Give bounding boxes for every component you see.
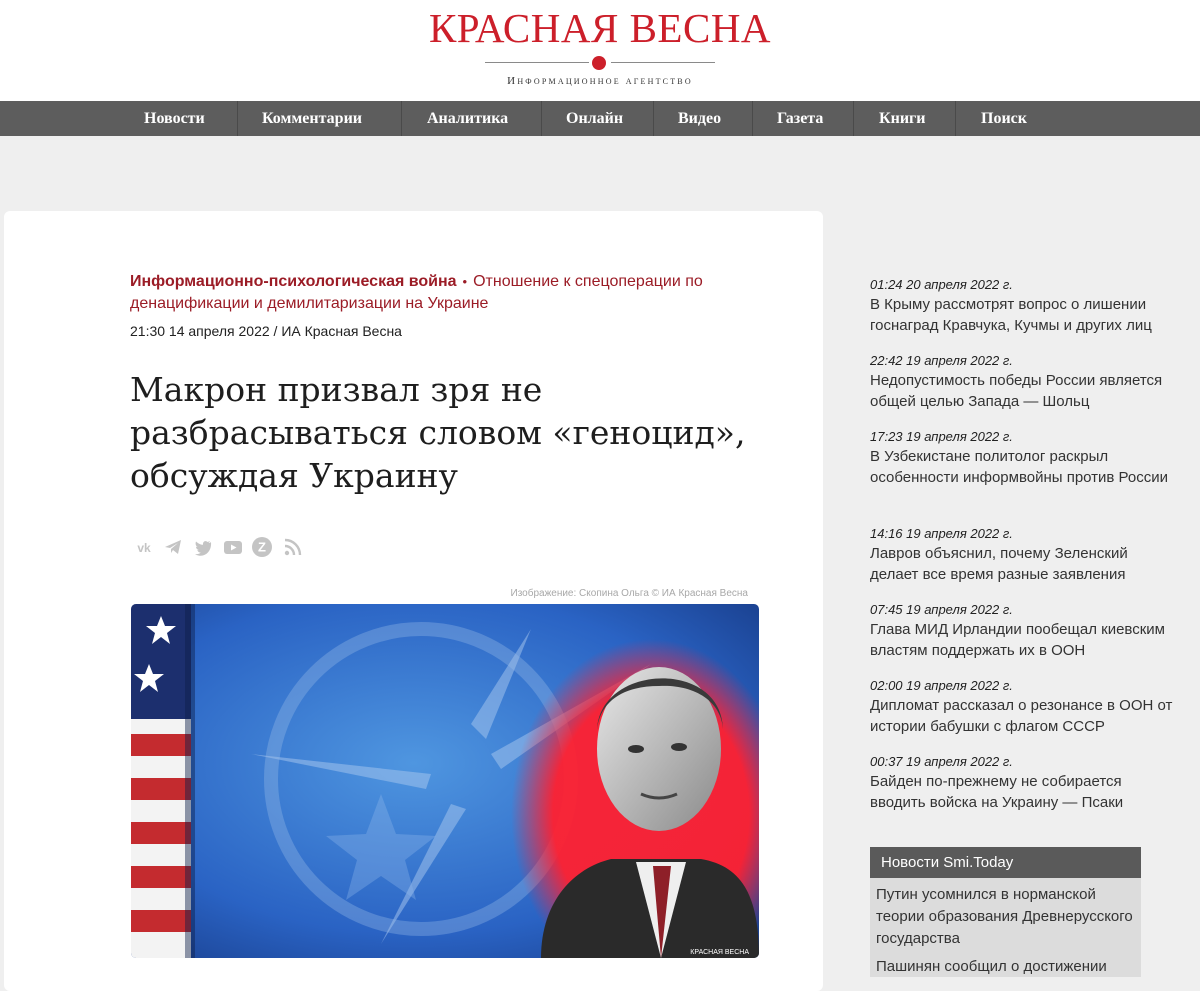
news-item: 17:23 19 апреля 2022 г. В Узбекистане по… (870, 428, 1180, 488)
news-item: 22:42 19 апреля 2022 г. Недопустимость п… (870, 352, 1180, 412)
nav-item-search[interactable]: Поиск (981, 101, 1027, 136)
vk-icon[interactable]: vk (133, 536, 155, 558)
nav-item-video[interactable]: Видео (678, 101, 721, 136)
main-navbar: Новости Комментарии Аналитика Онлайн Вид… (0, 101, 1200, 136)
news-item: 00:37 19 апреля 2022 г. Байден по-прежне… (870, 753, 1180, 813)
masthead: КРАСНАЯ ВЕСНА Информационное агентство (0, 0, 1200, 101)
site-logo-title[interactable]: КРАСНАЯ ВЕСНА (0, 4, 1200, 52)
nav-item-newspaper[interactable]: Газета (777, 101, 823, 136)
svg-text:vk: vk (137, 541, 151, 555)
nav-separator (401, 101, 402, 136)
news-time: 17:23 19 апреля 2022 г. (870, 429, 1013, 444)
smi-news-link[interactable]: Путин усомнился в норманской теории обра… (870, 878, 1141, 950)
logo-rule-left (485, 62, 589, 63)
news-link[interactable]: Глава МИД Ирландии пообещал киевским вла… (870, 619, 1180, 661)
image-watermark: КРАСНАЯ ВЕСНА (690, 949, 749, 956)
nav-item-comments[interactable]: Комментарии (262, 101, 362, 136)
nav-separator (653, 101, 654, 136)
news-time: 00:37 19 апреля 2022 г. (870, 754, 1013, 769)
article-rubric: Информационно-психологическая война • Отно… (130, 271, 770, 315)
livejournal-icon[interactable]: Z (251, 536, 273, 558)
article-meta: 21:30 14 апреля 2022 / ИА Красная Весна (130, 323, 402, 339)
news-link[interactable]: В Крыму рассмотрят вопрос о лишении госн… (870, 294, 1180, 336)
news-time: 07:45 19 апреля 2022 г. (870, 602, 1013, 617)
youtube-icon[interactable] (222, 536, 244, 558)
twitter-icon[interactable] (192, 536, 214, 558)
news-time: 02:00 19 апреля 2022 г. (870, 678, 1013, 693)
news-time: 01:24 20 апреля 2022 г. (870, 277, 1013, 292)
news-item: 01:24 20 апреля 2022 г. В Крыму рассмотр… (870, 276, 1180, 336)
rubric-bullet: • (462, 274, 468, 289)
site-logo-subtitle: Информационное агентство (507, 75, 693, 87)
news-item: 02:00 19 апреля 2022 г. Дипломат рассказ… (870, 677, 1180, 737)
logo-rule-right (611, 62, 715, 63)
news-link[interactable]: В Узбекистане политолог раскрыл особенно… (870, 446, 1180, 488)
svg-text:Z: Z (258, 540, 266, 555)
news-link[interactable]: Лавров объяснил, почему Зеленский делает… (870, 543, 1180, 585)
rubric-main-link[interactable]: Информационно-психологическая война (130, 273, 457, 290)
news-item: 07:45 19 апреля 2022 г. Глава МИД Ирланд… (870, 601, 1180, 661)
smi-today-title[interactable]: Новости Smi.Today (870, 847, 1141, 878)
news-link[interactable]: Дипломат рассказал о резонансе в ООН от … (870, 695, 1180, 737)
nav-separator (752, 101, 753, 136)
nav-item-analytics[interactable]: Аналитика (427, 101, 508, 136)
news-link[interactable]: Байден по-прежнему не собирается вводить… (870, 771, 1180, 813)
smi-news-link[interactable]: Пашинян сообщил о достижении (870, 950, 1141, 978)
news-time: 14:16 19 апреля 2022 г. (870, 526, 1013, 541)
smi-today-widget: Новости Smi.Today Путин усомнился в норм… (870, 847, 1141, 977)
nav-separator (955, 101, 956, 136)
image-credit: Изображение: Скопина Ольга © ИА Красная … (510, 588, 749, 599)
nav-item-books[interactable]: Книги (879, 101, 926, 136)
nav-separator (541, 101, 542, 136)
logo-dot (592, 56, 606, 70)
news-item: 14:16 19 апреля 2022 г. Лавров объяснил,… (870, 525, 1180, 585)
rss-icon[interactable] (282, 536, 304, 558)
article-hero-image[interactable]: КРАСНАЯ ВЕСНА (131, 604, 759, 958)
nav-item-news[interactable]: Новости (144, 101, 205, 136)
nav-item-online[interactable]: Онлайн (566, 101, 623, 136)
news-time: 22:42 19 апреля 2022 г. (870, 353, 1013, 368)
telegram-icon[interactable] (162, 536, 184, 558)
news-link[interactable]: Недопустимость победы России является об… (870, 370, 1180, 412)
article-headline: Макрон призвал зря не разбрасываться сло… (130, 370, 746, 495)
hero-illustration: КРАСНАЯ ВЕСНА (131, 604, 759, 958)
nav-separator (853, 101, 854, 136)
nav-separator (237, 101, 238, 136)
